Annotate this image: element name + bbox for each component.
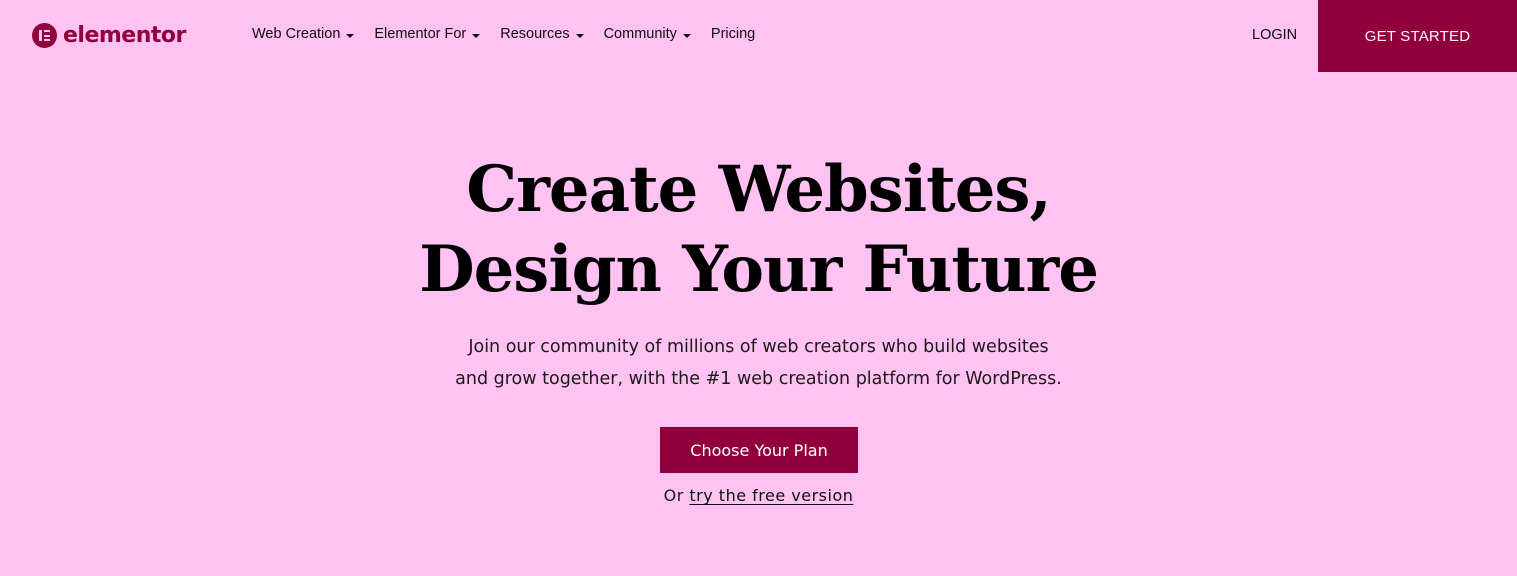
nav-item-elementor-for[interactable]: Elementor For (374, 24, 481, 44)
caret-down-icon (346, 33, 355, 38)
elementor-e-icon (32, 23, 57, 48)
site-header: elementor Web Creation Elementor For Res… (0, 0, 1517, 72)
elementor-logo[interactable]: elementor (32, 23, 186, 48)
nav-item-label: Resources (500, 26, 570, 42)
nav-item-label: Pricing (710, 26, 756, 42)
caret-down-icon (682, 33, 691, 38)
logo-wordmark: elementor (63, 23, 186, 48)
caret-down-icon (575, 33, 584, 38)
nav-item-resources[interactable]: Resources (500, 24, 584, 44)
nav-item-community[interactable]: Community (604, 24, 691, 44)
hero-subtitle: Join our community of millions of web cr… (0, 331, 1517, 395)
hero-subtitle-line-2: and grow together, with the #1 web creat… (455, 369, 1062, 389)
nav-item-label: Community (603, 26, 677, 42)
free-version-prefix: Or (663, 486, 684, 505)
nav-item-label: Web Creation (252, 26, 341, 42)
hero-title-line-1: Create Websites, (466, 152, 1051, 227)
hero-title-line-2: Design Your Future (419, 232, 1099, 307)
choose-your-plan-button[interactable]: Choose Your Plan (660, 427, 858, 473)
nav-item-web-creation[interactable]: Web Creation (252, 24, 355, 44)
nav-item-label: Elementor For (374, 26, 467, 42)
free-version-line: Or try the free version (0, 485, 1517, 507)
hero-title: Create Websites, Design Your Future (0, 150, 1517, 310)
nav-item-pricing[interactable]: Pricing (711, 24, 755, 44)
try-free-version-link[interactable]: try the free version (689, 486, 853, 505)
hero-subtitle-line-1: Join our community of millions of web cr… (468, 337, 1049, 357)
get-started-button[interactable]: GET STARTED (1318, 0, 1517, 72)
main-nav: Web Creation Elementor For Resources Com… (252, 24, 775, 44)
login-link[interactable]: LOGIN (1252, 26, 1297, 44)
caret-down-icon (472, 33, 481, 38)
